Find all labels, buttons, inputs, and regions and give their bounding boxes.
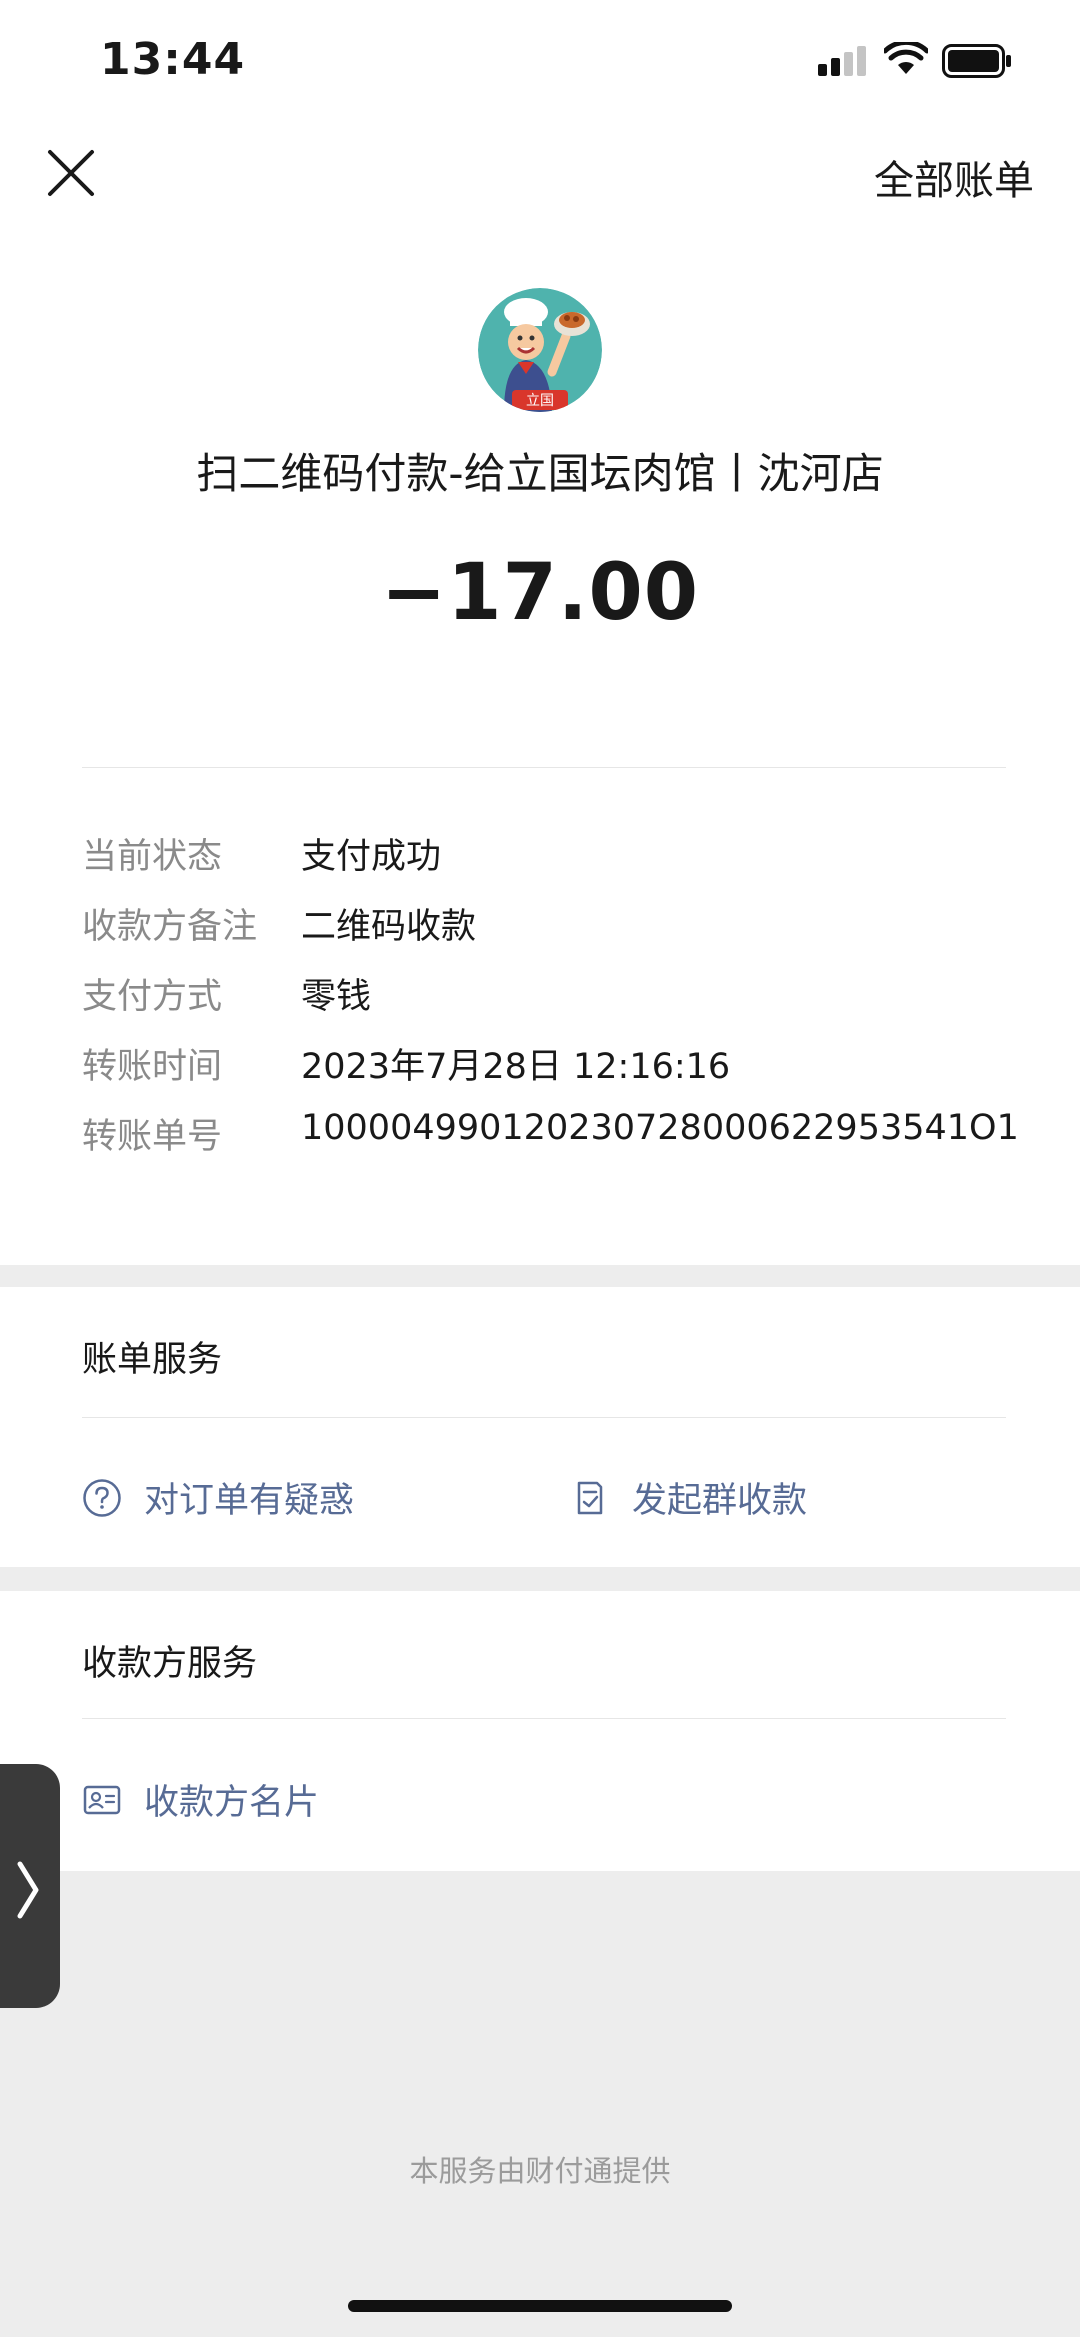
detail-row-time: 转账时间 2023年7月28日 12:16:16 — [82, 1038, 1042, 1108]
detail-value: 二维码收款 — [301, 907, 477, 947]
payee-service-section: 收款方服务 收款方名片 — [0, 1591, 1080, 1871]
status-bar: 13:44 — [0, 0, 1080, 120]
bill-service-section: 账单服务 对订单有疑惑 发起群收款 — [0, 1287, 1080, 1567]
transaction-details: 当前状态 支付成功 收款方备注 二维码收款 支付方式 零钱 转账时间 2023年… — [82, 828, 1042, 1178]
close-icon[interactable] — [44, 146, 98, 200]
section-title: 账单服务 — [82, 1340, 223, 1380]
merchant-avatar: 立国 — [478, 288, 602, 412]
group-collect-icon — [577, 1481, 603, 1514]
floating-side-handle[interactable] — [0, 1764, 60, 2008]
detail-label: 支付方式 — [82, 977, 223, 1017]
chef-logo-icon: 立国 — [478, 288, 602, 412]
id-card-icon — [83, 1785, 121, 1814]
divider — [82, 1417, 1006, 1418]
service-provider-note: 本服务由财付通提供 — [409, 2154, 671, 2188]
section-gap — [0, 1567, 1080, 1591]
merchant-title: 扫二维码付款-给立国坛肉馆丨沈河店 — [196, 449, 884, 498]
question-circle-icon — [83, 1478, 121, 1517]
payment-amount: −17.00 — [380, 548, 700, 638]
detail-row-payee-note: 收款方备注 二维码收款 — [82, 898, 1042, 968]
divider — [82, 767, 1006, 768]
home-indicator[interactable] — [348, 2300, 732, 2312]
payee-card-button[interactable]: 收款方名片 — [82, 1774, 319, 1825]
detail-value: 支付成功 — [301, 837, 442, 877]
detail-value: 零钱 — [301, 977, 372, 1017]
all-bills-link[interactable]: 全部账单 — [874, 148, 1034, 206]
group-collect-button[interactable]: 发起群收款 — [570, 1472, 807, 1523]
detail-value: 2023年7月28日 12:16:16 — [301, 1047, 731, 1087]
section-title: 收款方服务 — [82, 1644, 258, 1684]
order-question-label: 对订单有疑惑 — [144, 1481, 355, 1521]
divider — [82, 1718, 1006, 1719]
section-gap — [0, 1265, 1080, 1287]
wifi-icon — [884, 42, 928, 74]
battery-icon — [942, 44, 1011, 78]
payee-card-label: 收款方名片 — [144, 1783, 320, 1823]
avatar-logo-text: 立国 — [526, 393, 554, 409]
detail-row-payment-method: 支付方式 零钱 — [82, 968, 1042, 1038]
detail-row-status: 当前状态 支付成功 — [82, 828, 1042, 898]
detail-row-order-number: 转账单号 100004990120230728000622953541O1 — [82, 1108, 1042, 1178]
group-collect-label: 发起群收款 — [632, 1481, 808, 1521]
detail-label: 转账单号 — [82, 1117, 223, 1157]
status-time: 13:44 — [100, 34, 246, 85]
cellular-signal-icon — [818, 46, 866, 76]
chevron-right-icon — [17, 1861, 39, 1919]
detail-label: 当前状态 — [82, 837, 223, 877]
order-question-button[interactable]: 对订单有疑惑 — [82, 1472, 354, 1523]
detail-label: 收款方备注 — [82, 907, 258, 947]
detail-value[interactable]: 100004990120230728000622953541O1 — [301, 1108, 1019, 1148]
detail-label: 转账时间 — [82, 1047, 223, 1087]
